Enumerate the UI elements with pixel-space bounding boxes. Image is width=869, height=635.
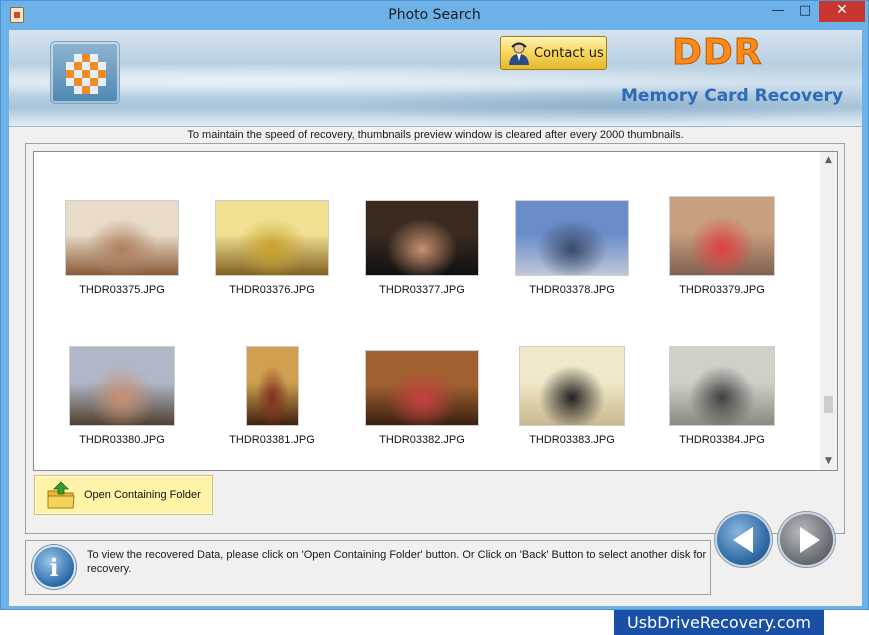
status-message: To view the recovered Data, please click… <box>87 549 707 575</box>
thumbnail-image[interactable] <box>669 346 775 426</box>
close-button[interactable]: ✕ <box>819 1 865 22</box>
thumbnail-filename: THDR03375.JPG <box>79 284 165 296</box>
folder-open-icon <box>47 481 75 509</box>
thumbnail-filename: THDR03376.JPG <box>229 284 315 296</box>
thumbnail-image[interactable] <box>65 200 179 276</box>
info-icon: i <box>32 545 76 589</box>
thumbnail-item[interactable]: THDR03375.JPG <box>57 200 187 296</box>
banner: Contact us DDR Memory Card Recovery <box>9 30 862 127</box>
thumbnail-item[interactable]: THDR03383.JPG <box>507 346 637 446</box>
next-arrow-icon <box>800 527 820 553</box>
thumbnail-image[interactable] <box>215 200 329 276</box>
thumbnail-item[interactable]: THDR03382.JPG <box>357 350 487 446</box>
info-notice: To maintain the speed of recovery, thumb… <box>187 129 684 141</box>
thumbnail-filename: THDR03383.JPG <box>529 434 615 446</box>
thumbnail-filename: THDR03382.JPG <box>379 434 465 446</box>
contact-person-icon <box>509 42 529 65</box>
thumbnail-image[interactable] <box>519 346 625 426</box>
thumbnail-filename: THDR03378.JPG <box>529 284 615 296</box>
open-containing-folder-label: Open Containing Folder <box>84 489 201 501</box>
vertical-scrollbar[interactable]: ▲ ▼ <box>820 152 837 470</box>
scroll-thumb[interactable] <box>824 396 833 413</box>
maximize-button[interactable]: □ <box>792 1 818 22</box>
thumbnail-filename: THDR03384.JPG <box>679 434 765 446</box>
window-title: Photo Search <box>388 7 481 23</box>
thumbnail-item[interactable]: THDR03380.JPG <box>57 346 187 446</box>
thumbnail-item[interactable]: THDR03378.JPG <box>507 200 637 296</box>
next-button[interactable] <box>778 512 835 567</box>
scroll-up-arrow[interactable]: ▲ <box>820 152 837 169</box>
logo-icon <box>66 54 106 94</box>
contact-us-button[interactable]: Contact us <box>500 36 607 70</box>
thumbnail-item[interactable]: THDR03384.JPG <box>657 346 787 446</box>
thumbnail-image[interactable] <box>365 350 479 426</box>
logo <box>50 41 120 104</box>
contact-us-label: Contact us <box>534 46 604 61</box>
results-panel: ▲ ▼ THDR03375.JPG THDR03376.JPG THDR03377.… <box>25 143 845 534</box>
thumbnail-image[interactable] <box>69 346 175 426</box>
thumbnail-filename: THDR03380.JPG <box>79 434 165 446</box>
back-arrow-icon <box>733 527 753 553</box>
open-containing-folder-button[interactable]: Open Containing Folder <box>34 475 213 515</box>
status-panel: i To view the recovered Data, please cli… <box>25 540 711 595</box>
thumbnail-item[interactable]: THDR03377.JPG <box>357 200 487 296</box>
minimize-button[interactable]: — <box>765 1 791 22</box>
thumbnail-item[interactable]: THDR03376.JPG <box>207 200 337 296</box>
product-name: Memory Card Recovery <box>621 86 844 106</box>
back-button[interactable] <box>715 512 772 567</box>
thumbnail-item[interactable]: THDR03379.JPG <box>657 196 787 296</box>
scroll-down-arrow[interactable]: ▼ <box>820 453 837 470</box>
thumbnail-image[interactable] <box>245 346 299 426</box>
thumbnail-image[interactable] <box>365 200 479 276</box>
thumbnail-filename: THDR03379.JPG <box>679 284 765 296</box>
thumbnail-item[interactable]: THDR03381.JPG <box>207 346 337 446</box>
thumbnail-grid[interactable]: ▲ ▼ THDR03375.JPG THDR03376.JPG THDR03377.… <box>33 151 838 471</box>
footer-website-badge[interactable]: UsbDriveRecovery.com <box>614 610 824 635</box>
title-bar[interactable]: Photo Search — □ ✕ <box>1 1 868 30</box>
brand-logo-text: DDR <box>672 32 763 74</box>
thumbnail-image[interactable] <box>669 196 775 276</box>
thumbnail-filename: THDR03381.JPG <box>229 434 315 446</box>
thumbnail-filename: THDR03377.JPG <box>379 284 465 296</box>
thumbnail-image[interactable] <box>515 200 629 276</box>
